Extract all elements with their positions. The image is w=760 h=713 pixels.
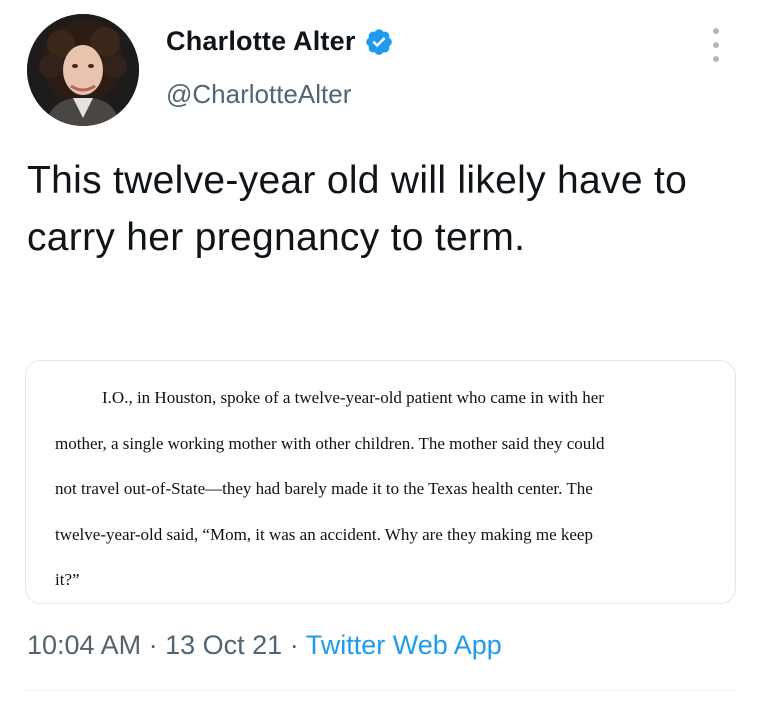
document-line: twelve-year-old said, “Mom, it was an ac… xyxy=(55,524,593,544)
document-line: I.O., in Houston, spoke of a twelve-year… xyxy=(102,388,604,407)
more-dot xyxy=(713,56,719,62)
tweet-time[interactable]: 10:04 AM xyxy=(27,630,141,660)
tweet-media-card[interactable]: I.O., in Houston, spoke of a twelve-year… xyxy=(25,360,736,604)
author-handle[interactable]: @CharlotteAlter xyxy=(166,79,351,110)
document-line: mother, a single working mother with oth… xyxy=(55,433,605,453)
tweet-text: This twelve-year old will likely have to… xyxy=(27,159,688,259)
meta-separator: · xyxy=(148,630,158,660)
author-display-name[interactable]: Charlotte Alter xyxy=(166,26,356,57)
divider xyxy=(25,690,735,691)
document-line: not travel out-of-State—they had barely … xyxy=(55,479,593,498)
avatar[interactable] xyxy=(27,14,139,126)
author-name-row: Charlotte Alter xyxy=(166,26,394,57)
more-vertical-icon[interactable] xyxy=(705,28,727,62)
more-dot xyxy=(713,28,719,34)
tweet-meta: 10:04 AM · 13 Oct 21 · Twitter Web App xyxy=(27,630,502,661)
more-dot xyxy=(713,42,719,48)
document-line: it?” xyxy=(55,570,80,589)
tweet-date[interactable]: 13 Oct 21 xyxy=(165,630,282,660)
verified-badge-icon xyxy=(364,27,394,57)
tweet-source-link[interactable]: Twitter Web App xyxy=(306,630,502,660)
avatar-image xyxy=(27,14,139,126)
document-excerpt: I.O., in Houston, spoke of a twelve-year… xyxy=(55,375,715,603)
meta-separator: · xyxy=(289,630,299,660)
